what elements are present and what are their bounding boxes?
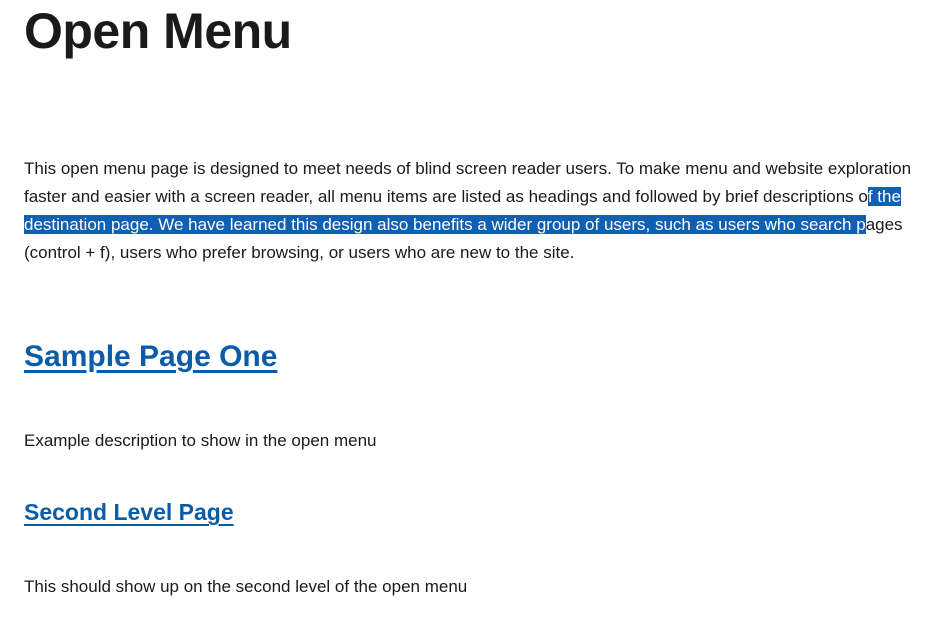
second-level-page-link[interactable]: Second Level Page — [24, 499, 917, 527]
intro-paragraph: This open menu page is designed to meet … — [24, 155, 917, 267]
intro-text-pre: This open menu page is designed to meet … — [24, 159, 911, 206]
page-title: Open Menu — [24, 4, 917, 59]
second-level-page-description: This should show up on the second level … — [24, 577, 917, 597]
sample-page-one-description: Example description to show in the open … — [24, 431, 917, 451]
sample-page-one-link[interactable]: Sample Page One — [24, 339, 917, 375]
